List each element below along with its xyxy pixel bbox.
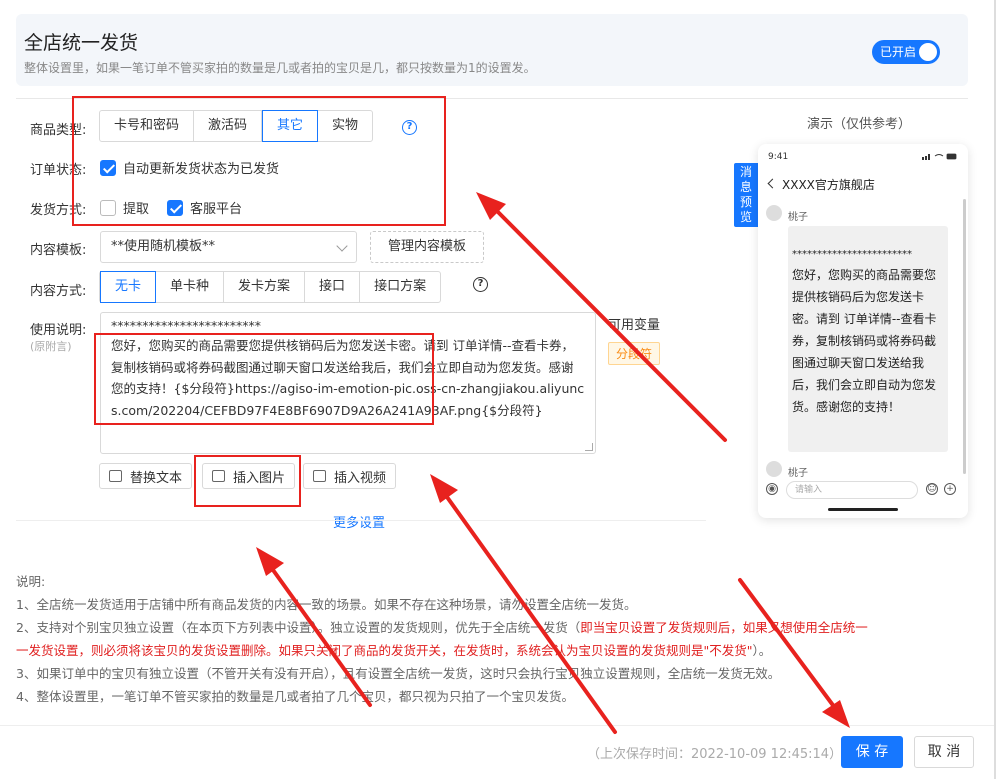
preview-tab-char: 消 [739, 165, 752, 179]
divider [16, 98, 968, 99]
content-mode-no-card[interactable]: 无卡 [100, 271, 157, 303]
chevron-down-icon [336, 240, 348, 252]
instructions-textarea[interactable]: ************************ 您好，您购买的商品需要您提供核… [100, 312, 596, 454]
save-button[interactable]: 保 存 [841, 736, 903, 768]
divider [16, 520, 706, 521]
avatar [766, 461, 782, 477]
content-mode-label: 内容方式: [30, 284, 87, 299]
phone-time: 9:41 [768, 152, 789, 162]
message-preview-tab[interactable]: 消 息 预 览 [734, 163, 758, 227]
note-line-2c: 一发货设置，则必须将该宝贝的发货设置删除。如果只关闭了商品的发货开关，在发货时，… [16, 643, 753, 658]
notes-section: 说明: 1、全店统一发货适用于店铺中所有商品发货的内容一致的场景。如果不存在这种… [16, 570, 966, 708]
checkbox-label: 客服平台 [190, 202, 243, 217]
product-type-label: 商品类型: [30, 123, 87, 138]
product-type-card-password[interactable]: 卡号和密码 [100, 111, 195, 141]
note-line-2-cont: 一发货设置，则必须将该宝贝的发货设置删除。如果只关闭了商品的发货开关，在发货时，… [16, 639, 966, 662]
variable-tag-separator[interactable]: 分段符 [608, 342, 661, 365]
checkbox-checked-icon [167, 199, 183, 216]
product-type-segment: 卡号和密码 激活码 其它 实物 [99, 110, 374, 142]
scrollbar[interactable] [963, 199, 966, 474]
checkbox-checked-icon [100, 159, 116, 176]
enable-toggle[interactable]: 已开启 [872, 40, 940, 64]
note-line-3: 3、如果订单中的宝贝有独立设置（不管开关有没有开启），且有设置全店统一发货，这时… [16, 666, 781, 681]
button-label: 插入图片 [233, 470, 286, 486]
chat-user-name: 桃子 [788, 212, 808, 223]
bubble-stars: ************************ [792, 249, 912, 260]
home-indicator [828, 508, 898, 511]
note-line-2d: ）。 [752, 643, 772, 658]
auto-update-status-checkbox[interactable]: 自动更新发货状态为已发货 [100, 158, 279, 177]
insert-image-button[interactable]: 插入图片 [202, 463, 296, 489]
checkbox-label: 提取 [123, 202, 150, 217]
divider [0, 725, 996, 726]
button-label: 插入视频 [334, 470, 387, 486]
product-type-activation-code[interactable]: 激活码 [194, 111, 263, 141]
checkbox-unchecked-icon [100, 199, 116, 216]
signal-battery-icon [922, 153, 957, 160]
note-line-2a: 2、支持对个别宝贝独立设置（在本页下方列表中设置）。独立设置的发货规则，优先于全… [16, 620, 581, 635]
help-icon[interactable]: ? [402, 120, 417, 135]
demo-title: 演示（仅供参考） [807, 117, 912, 132]
select-value: **使用随机模板** [111, 239, 216, 254]
chat-input: 请输入 [786, 481, 918, 499]
back-icon[interactable] [767, 178, 778, 189]
chat-bubble: ************************ 您好，您购买的商品需要您提供核… [788, 226, 948, 452]
image-icon [212, 470, 225, 482]
content-mode-api-plan[interactable]: 接口方案 [360, 272, 440, 302]
cancel-button[interactable]: 取 消 [914, 736, 974, 768]
toggle-label: 已开启 [880, 45, 917, 59]
preview-tab-char: 览 [739, 210, 752, 224]
product-type-physical[interactable]: 实物 [318, 111, 372, 141]
preview-tab-char: 息 [739, 180, 752, 194]
bubble-text: 您好，您购买的商品需要您提供核销码后为您发送卡密。请到 订单详情--查看卡券，复… [792, 268, 937, 414]
note-line-4: 4、整体设置里，一笔订单不管买家拍的数量是几或者拍了几个宝贝，都只视为只拍了一个… [16, 689, 574, 704]
page-subtitle: 整体设置里，如果一笔订单不管买家拍的数量是几或者拍的宝贝是几，都只按数量为1的设… [24, 61, 536, 75]
content-mode-single-card[interactable]: 单卡种 [156, 272, 225, 302]
voice-icon: ◉ [766, 483, 778, 495]
checkbox-label: 自动更新发货状态为已发货 [123, 162, 280, 177]
plus-icon: + [944, 483, 956, 495]
phone-preview: 9:41 XXXX官方旗舰店 桃子 **********************… [758, 144, 968, 518]
content-mode-api[interactable]: 接口 [305, 272, 361, 302]
order-status-label: 订单状态: [30, 163, 87, 178]
delivery-cs-platform-checkbox[interactable]: 客服平台 [167, 198, 242, 217]
emoji-icon: ☺ [926, 483, 938, 495]
help-icon[interactable]: ? [473, 277, 488, 292]
insert-video-button[interactable]: 插入视频 [303, 463, 397, 489]
delivery-extract-checkbox[interactable]: 提取 [100, 198, 149, 217]
toggle-knob [919, 43, 937, 61]
replace-icon [109, 470, 122, 482]
replace-text-button[interactable]: 替换文本 [99, 463, 193, 489]
note-line-1: 1、全店统一发货适用于店铺中所有商品发货的内容一致的场景。如果不存在这种场景，请… [16, 597, 637, 612]
content-template-select[interactable]: **使用随机模板** [100, 231, 357, 263]
more-settings-link[interactable]: 更多设置 [333, 512, 385, 531]
product-type-other[interactable]: 其它 [262, 110, 319, 142]
note-line-2b: 即当宝贝设置了发货规则后，如果又想使用全店统一 [580, 620, 868, 635]
textarea-body: 您好，您购买的商品需要您提供核销码后为您发送卡密。请到 订单详情--查看卡券，复… [111, 338, 585, 418]
content-template-label: 内容模板: [30, 243, 87, 258]
manage-template-button[interactable]: 管理内容模板 [370, 231, 484, 263]
content-mode-card-plan[interactable]: 发卡方案 [224, 272, 306, 302]
notes-title: 说明: [16, 574, 46, 589]
preview-tab-char: 预 [739, 195, 752, 209]
resize-handle[interactable] [585, 443, 593, 451]
button-label: 替换文本 [130, 470, 183, 486]
content-mode-segment: 无卡 单卡种 发卡方案 接口 接口方案 [99, 271, 442, 303]
video-icon [313, 470, 326, 482]
note-line-2: 2、支持对个别宝贝独立设置（在本页下方列表中设置）。独立设置的发货规则，优先于全… [16, 616, 966, 639]
page-title: 全店统一发货 [24, 32, 139, 54]
instructions-sub-label: (原附言) [30, 340, 72, 353]
chat-user-name: 桃子 [788, 468, 808, 479]
variables-title: 可用变量 [608, 318, 661, 333]
avatar [766, 205, 782, 221]
settings-header: 全店统一发货 整体设置里，如果一笔订单不管买家拍的数量是几或者拍的宝贝是几，都只… [16, 14, 968, 86]
instructions-label: 使用说明: [30, 323, 87, 338]
delivery-method-label: 发货方式: [30, 203, 87, 218]
textarea-stars: ************************ [111, 318, 261, 333]
shop-name: XXXX官方旗舰店 [782, 178, 875, 192]
last-saved-time: （上次保存时间：2022-10-09 12:45:14） [587, 747, 843, 762]
